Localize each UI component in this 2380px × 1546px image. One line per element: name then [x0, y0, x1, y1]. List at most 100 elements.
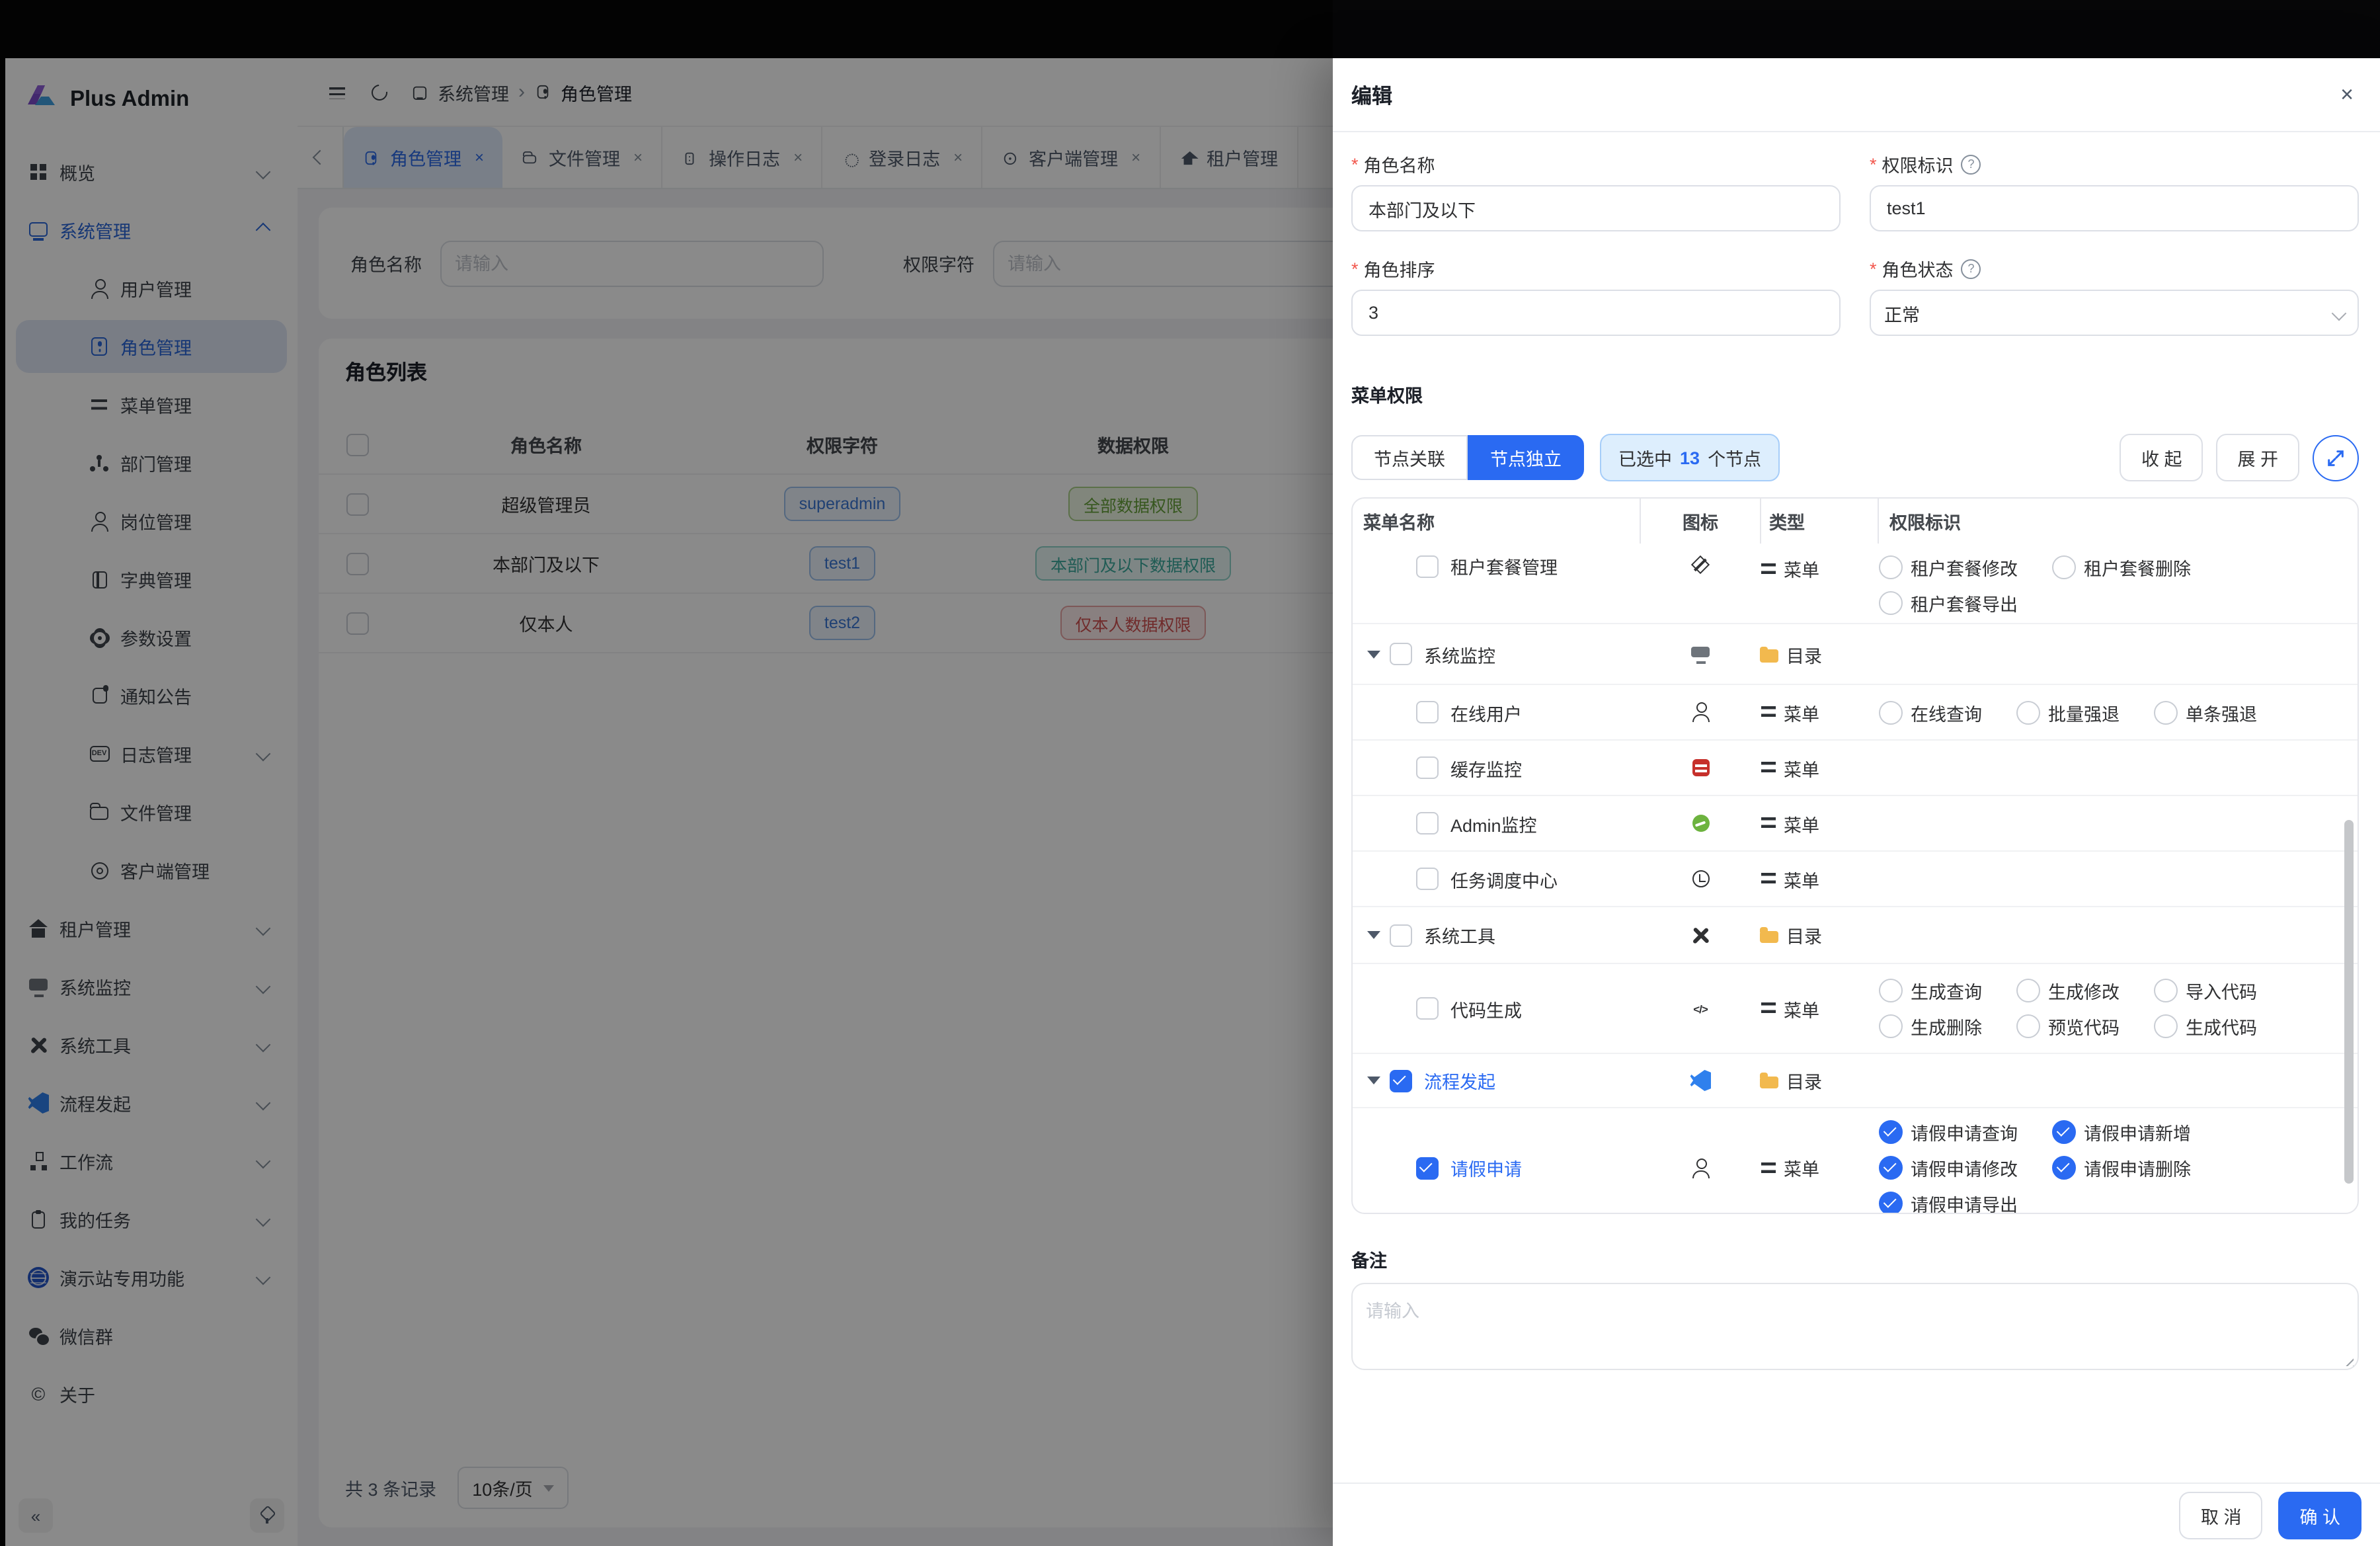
node-independent-button[interactable]: 节点独立	[1468, 435, 1584, 480]
role-status-select[interactable]: 正常	[1870, 290, 2359, 336]
caret-down-icon[interactable]	[1367, 1077, 1380, 1084]
tree-row[interactable]: 系统工具 目录	[1353, 906, 2358, 963]
tree-checkbox-checked[interactable]	[1390, 1069, 1412, 1092]
code-icon	[1690, 998, 1711, 1019]
tree-checkbox[interactable]	[1416, 868, 1439, 890]
close-icon[interactable]: ×	[2340, 81, 2354, 108]
menu-perm-section-label: 菜单权限	[1351, 381, 2359, 407]
tree-checkbox[interactable]	[1416, 812, 1439, 834]
app-window: Plus Admin 概览 系统管理 用户管理 角色管理 菜单管理 部门管理 岗…	[0, 0, 2380, 1546]
tree-checkbox[interactable]	[1416, 701, 1439, 723]
folder-icon	[1760, 927, 1778, 943]
help-icon[interactable]: ?	[1962, 154, 1981, 174]
perm-checkbox-item[interactable]: 请假申请删除	[2052, 1150, 2191, 1186]
perm-checkbox[interactable]	[2154, 700, 2178, 724]
tree-row[interactable]: 在线用户 菜单 在线查询 批量强退 单条强退	[1353, 684, 2358, 739]
tree-row[interactable]: 流程发起 目录	[1353, 1053, 2358, 1107]
tree-row[interactable]: 请假申请 菜单 请假申请查询 请假申请新增 请假申请修改 请假申请删除 请假申请…	[1353, 1107, 2358, 1214]
perm-checkbox-checked[interactable]	[2052, 1156, 2076, 1180]
node-linked-button[interactable]: 节点关联	[1351, 435, 1468, 480]
tree-row[interactable]: 代码生成 菜单 生成查询 生成修改 导入代码 生成删除 预览代码 生成代码	[1353, 963, 2358, 1053]
perm-checkbox-item[interactable]: 批量强退	[2016, 694, 2120, 730]
perm-checkbox[interactable]	[2154, 1014, 2178, 1038]
online-user-icon	[1690, 702, 1711, 723]
menu-permission-tree: 菜单名称 图标 类型 权限标识 租户套餐管理 菜单 租户套餐修改 租户套餐删除 …	[1351, 497, 2359, 1214]
perm-checkbox-item[interactable]: 请假申请新增	[2052, 1114, 2191, 1150]
perm-checkbox[interactable]	[1879, 700, 1903, 724]
perm-checkbox-item[interactable]: 请假申请导出	[1879, 1186, 2018, 1214]
perm-checkbox-item[interactable]: 租户套餐修改	[1879, 549, 2018, 585]
caret-down-icon[interactable]	[1367, 650, 1380, 658]
tree-checkbox[interactable]	[1416, 997, 1439, 1020]
drawer-title: 编辑	[1351, 80, 1392, 109]
perm-checkbox[interactable]	[1879, 979, 1903, 1002]
perm-checkbox[interactable]	[2016, 700, 2040, 724]
role-name-input[interactable]	[1366, 197, 1826, 220]
tree-row[interactable]: 任务调度中心 菜单	[1353, 850, 2358, 906]
perm-checkbox[interactable]	[2016, 1014, 2040, 1038]
tools-icon	[1690, 924, 1711, 946]
perm-checkbox-checked[interactable]	[2052, 1120, 2076, 1144]
perm-checkbox-item[interactable]: 租户套餐删除	[2052, 549, 2191, 585]
package-icon	[1690, 554, 1711, 575]
collapse-all-button[interactable]: 收 起	[2120, 434, 2203, 481]
tree-row[interactable]: 系统监控 目录	[1353, 623, 2358, 684]
perm-checkbox[interactable]	[1879, 590, 1903, 614]
role-form: *角色名称 *权限标识? *角色排序 *角色状态? 正常	[1351, 151, 2359, 360]
role-sort-input[interactable]	[1366, 302, 1826, 324]
perm-checkbox-checked[interactable]	[1879, 1192, 1903, 1214]
tree-row[interactable]: Admin监控 菜单	[1353, 795, 2358, 850]
tree-checkbox[interactable]	[1390, 643, 1412, 665]
perm-checkbox[interactable]	[1879, 555, 1903, 579]
caret-down-icon[interactable]	[1367, 931, 1380, 939]
chevron-down-icon	[2332, 305, 2347, 321]
perm-checkbox[interactable]	[1879, 1014, 1903, 1038]
perm-checkbox-item[interactable]: 预览代码	[2016, 1008, 2120, 1044]
tree-checkbox[interactable]	[1390, 924, 1412, 946]
tree-checkbox-checked[interactable]	[1416, 1157, 1439, 1179]
expand-icon	[2326, 448, 2346, 468]
expand-all-button[interactable]: 展 开	[2216, 434, 2299, 481]
perm-checkbox-item[interactable]: 租户套餐导出	[1879, 585, 2018, 620]
perm-checkbox-item[interactable]: 单条强退	[2154, 694, 2257, 730]
perm-checkbox[interactable]	[2154, 979, 2178, 1002]
confirm-button[interactable]: 确 认	[2278, 1491, 2361, 1539]
perm-checkbox-checked[interactable]	[1879, 1120, 1903, 1144]
tree-checkbox[interactable]	[1416, 756, 1439, 779]
perm-checkbox[interactable]	[2052, 555, 2076, 579]
perm-checkbox-item[interactable]: 生成代码	[2154, 1008, 2257, 1044]
selected-count: 13	[1680, 448, 1700, 468]
display-icon	[1690, 643, 1711, 665]
fullscreen-button[interactable]	[2313, 434, 2359, 481]
tree-checkbox[interactable]	[1416, 555, 1439, 577]
menu-type-icon	[1760, 871, 1776, 887]
perm-checkbox-item[interactable]: 请假申请查询	[1879, 1114, 2018, 1150]
remark-field	[1351, 1283, 2359, 1374]
vscode-icon	[1690, 1070, 1711, 1091]
role-status-field: *角色状态? 正常	[1870, 255, 2359, 336]
perm-key-input[interactable]	[1884, 197, 2344, 220]
perm-checkbox-item[interactable]: 在线查询	[1879, 694, 1982, 730]
tree-row[interactable]: 缓存监控 菜单	[1353, 739, 2358, 795]
perm-checkbox-item[interactable]: 生成查询	[1879, 973, 1982, 1008]
edit-drawer: 编辑 × *角色名称 *权限标识? *角色排序 *角色状态?	[1333, 58, 2380, 1546]
remark-label: 备注	[1351, 1246, 2359, 1272]
role-name-field: *角色名称	[1351, 151, 1841, 231]
drawer-body: *角色名称 *权限标识? *角色排序 *角色状态? 正常 菜单权限	[1333, 151, 2380, 1374]
perm-checkbox-item[interactable]: 请假申请修改	[1879, 1150, 2018, 1186]
perm-checkbox-item[interactable]: 生成修改	[2016, 973, 2120, 1008]
tree-scrollbar-thumb[interactable]	[2344, 820, 2354, 1184]
remark-textarea[interactable]	[1351, 1283, 2359, 1370]
perm-checkbox[interactable]	[2016, 979, 2040, 1002]
perm-checkbox-item[interactable]: 导入代码	[2154, 973, 2257, 1008]
perm-checkbox-checked[interactable]	[1879, 1156, 1903, 1180]
schedule-icon	[1690, 868, 1711, 889]
modal-backdrop[interactable]	[0, 0, 1333, 1546]
tree-row[interactable]: 租户套餐管理 菜单 租户套餐修改 租户套餐删除 租户套餐导出	[1353, 544, 2358, 623]
required-star: *	[1870, 259, 1877, 278]
perm-checkbox-item[interactable]: 生成删除	[1879, 1008, 1982, 1044]
menu-type-icon	[1760, 704, 1776, 720]
help-icon[interactable]: ?	[1962, 259, 1981, 278]
cancel-button[interactable]: 取 消	[2180, 1491, 2263, 1539]
spring-icon	[1692, 815, 1709, 832]
